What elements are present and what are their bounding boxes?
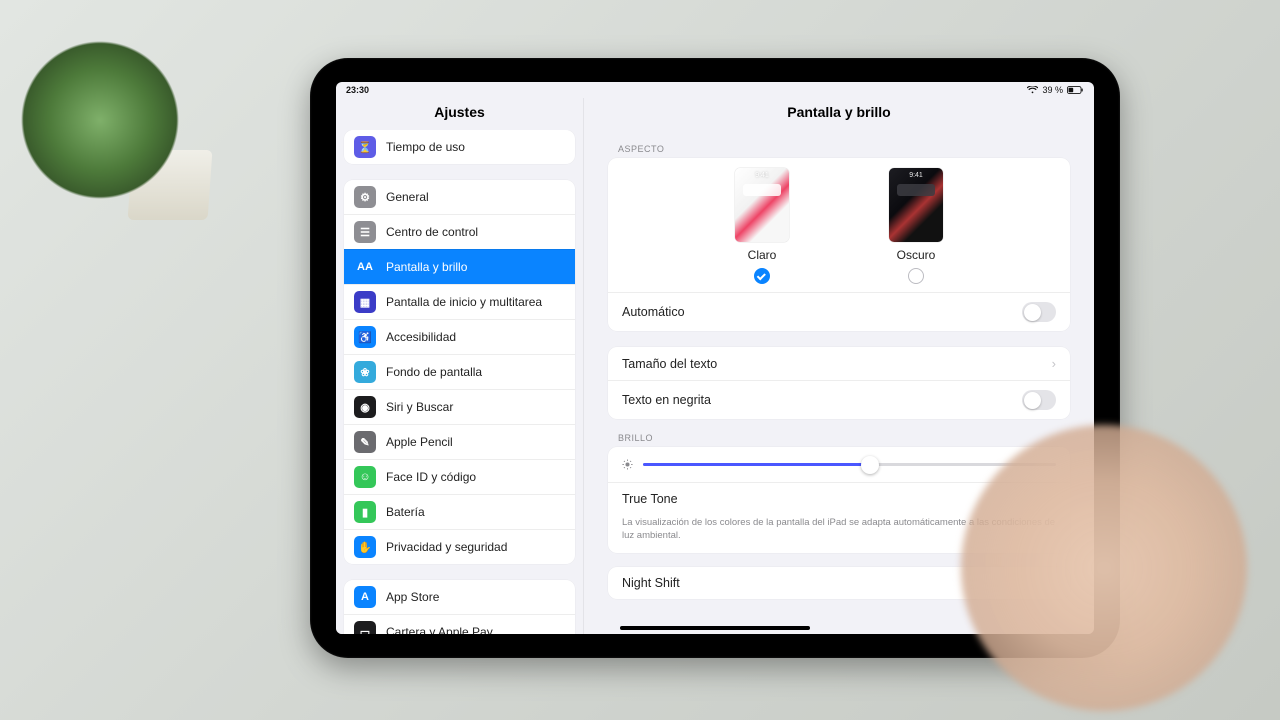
- brightness-card: True Tone La visualización de los colore…: [608, 447, 1070, 553]
- wallet-icon: ▭: [354, 621, 376, 634]
- appearance-dark-option[interactable]: 9:41 Oscuro: [889, 168, 943, 284]
- battery-status-icon: [1067, 86, 1084, 94]
- automatic-label: Automático: [622, 305, 685, 319]
- sidebar-item-label: Batería: [386, 505, 425, 519]
- battery-text: 39 %: [1042, 85, 1063, 95]
- appearance-card: 9:41 Claro 9:41: [608, 158, 1070, 331]
- wallpaper-icon: ❀: [354, 361, 376, 383]
- brightness-low-icon: [622, 459, 633, 470]
- automatic-toggle[interactable]: [1022, 302, 1056, 322]
- app-store-icon: A: [354, 586, 376, 608]
- appearance-light-radio[interactable]: [754, 268, 770, 284]
- sidebar-item[interactable]: ▮ Batería: [344, 494, 575, 529]
- sidebar-item-label: App Store: [386, 590, 439, 604]
- appearance-light-thumb: 9:41: [735, 168, 789, 242]
- sidebar-item-label: Apple Pencil: [386, 435, 453, 449]
- sidebar-item[interactable]: ◉ Siri y Buscar: [344, 389, 575, 424]
- automatic-cell[interactable]: Automático: [608, 292, 1070, 331]
- screen-time-icon: ⏳: [354, 136, 376, 158]
- sidebar-item-label: Pantalla y brillo: [386, 260, 467, 274]
- sidebar-item[interactable]: ✋ Privacidad y seguridad: [344, 529, 575, 564]
- sidebar-item[interactable]: ✎ Apple Pencil: [344, 424, 575, 459]
- sidebar-item-label: Face ID y código: [386, 470, 476, 484]
- battery-icon: ▮: [354, 501, 376, 523]
- control-center-icon: ☰: [354, 221, 376, 243]
- chevron-right-icon: ›: [1052, 356, 1056, 371]
- sidebar-item[interactable]: ☰ Centro de control: [344, 214, 575, 249]
- sidebar-item-label: Cartera y Apple Pay: [386, 625, 493, 634]
- sidebar-item[interactable]: A App Store: [344, 580, 575, 614]
- text-card: Tamaño del texto › Texto en negrita: [608, 347, 1070, 419]
- night-shift-card: Night Shift: [608, 567, 1070, 599]
- sidebar-item[interactable]: ▦ Pantalla de inicio y multitarea: [344, 284, 575, 319]
- brightness-header: BRILLO: [618, 433, 1060, 443]
- night-shift-cell[interactable]: Night Shift: [608, 567, 1070, 599]
- privacy-icon: ✋: [354, 536, 376, 558]
- faceid-icon: ☺: [354, 466, 376, 488]
- true-tone-desc: La visualización de los colores de la pa…: [608, 515, 1070, 553]
- accessibility-icon: ♿: [354, 326, 376, 348]
- home-screen-icon: ▦: [354, 291, 376, 313]
- sidebar-item[interactable]: AA Pantalla y brillo: [344, 249, 575, 284]
- true-tone-label: True Tone: [622, 492, 678, 506]
- sidebar-item[interactable]: ⚙ General: [344, 180, 575, 214]
- true-tone-cell[interactable]: True Tone: [608, 482, 1070, 515]
- text-size-cell[interactable]: Tamaño del texto ›: [608, 347, 1070, 380]
- sidebar-item[interactable]: ▭ Cartera y Apple Pay: [344, 614, 575, 634]
- bold-text-cell[interactable]: Texto en negrita: [608, 380, 1070, 419]
- bold-text-label: Texto en negrita: [622, 393, 711, 407]
- status-bar: 23:30 39 %: [336, 82, 1094, 98]
- settings-detail: Pantalla y brillo ASPECTO 9:41 Claro: [584, 98, 1094, 634]
- brightness-slider-thumb[interactable]: [861, 456, 879, 474]
- wifi-icon: [1027, 86, 1038, 94]
- sidebar-item-label: Privacidad y seguridad: [386, 540, 507, 554]
- settings-sidebar: Ajustes ⏳ Tiempo de uso ⚙ General ☰ Centro de…: [336, 98, 584, 634]
- home-indicator[interactable]: [620, 626, 810, 630]
- status-time: 23:30: [346, 85, 369, 95]
- sidebar-item-label: Siri y Buscar: [386, 400, 453, 414]
- display-icon: AA: [354, 256, 376, 278]
- device-frame: 23:30 39 % Ajustes ⏳ Tiempo de uso ⚙ Genera…: [310, 58, 1120, 658]
- pencil-icon: ✎: [354, 431, 376, 453]
- siri-icon: ◉: [354, 396, 376, 418]
- sidebar-item[interactable]: ⏳ Tiempo de uso: [344, 130, 575, 164]
- general-icon: ⚙: [354, 186, 376, 208]
- sidebar-item-label: Tiempo de uso: [386, 140, 465, 154]
- appearance-dark-label: Oscuro: [889, 248, 943, 262]
- sidebar-item-label: Pantalla de inicio y multitarea: [386, 295, 542, 309]
- sidebar-item[interactable]: ❀ Fondo de pantalla: [344, 354, 575, 389]
- appearance-light-option[interactable]: 9:41 Claro: [735, 168, 789, 284]
- sidebar-item-label: Centro de control: [386, 225, 478, 239]
- brightness-slider[interactable]: [643, 463, 1056, 466]
- aspect-header: ASPECTO: [618, 144, 1060, 154]
- appearance-dark-thumb: 9:41: [889, 168, 943, 242]
- sidebar-title: Ajustes: [336, 98, 583, 130]
- appearance-dark-radio[interactable]: [908, 268, 924, 284]
- sidebar-item-label: Accesibilidad: [386, 330, 456, 344]
- page-title: Pantalla y brillo: [584, 98, 1094, 130]
- sidebar-item-label: General: [386, 190, 429, 204]
- text-size-label: Tamaño del texto: [622, 357, 717, 371]
- sidebar-item[interactable]: ☺ Face ID y código: [344, 459, 575, 494]
- sidebar-item[interactable]: ♿ Accesibilidad: [344, 319, 575, 354]
- appearance-light-label: Claro: [735, 248, 789, 262]
- night-shift-label: Night Shift: [622, 576, 680, 590]
- sidebar-item-label: Fondo de pantalla: [386, 365, 482, 379]
- bold-text-toggle[interactable]: [1022, 390, 1056, 410]
